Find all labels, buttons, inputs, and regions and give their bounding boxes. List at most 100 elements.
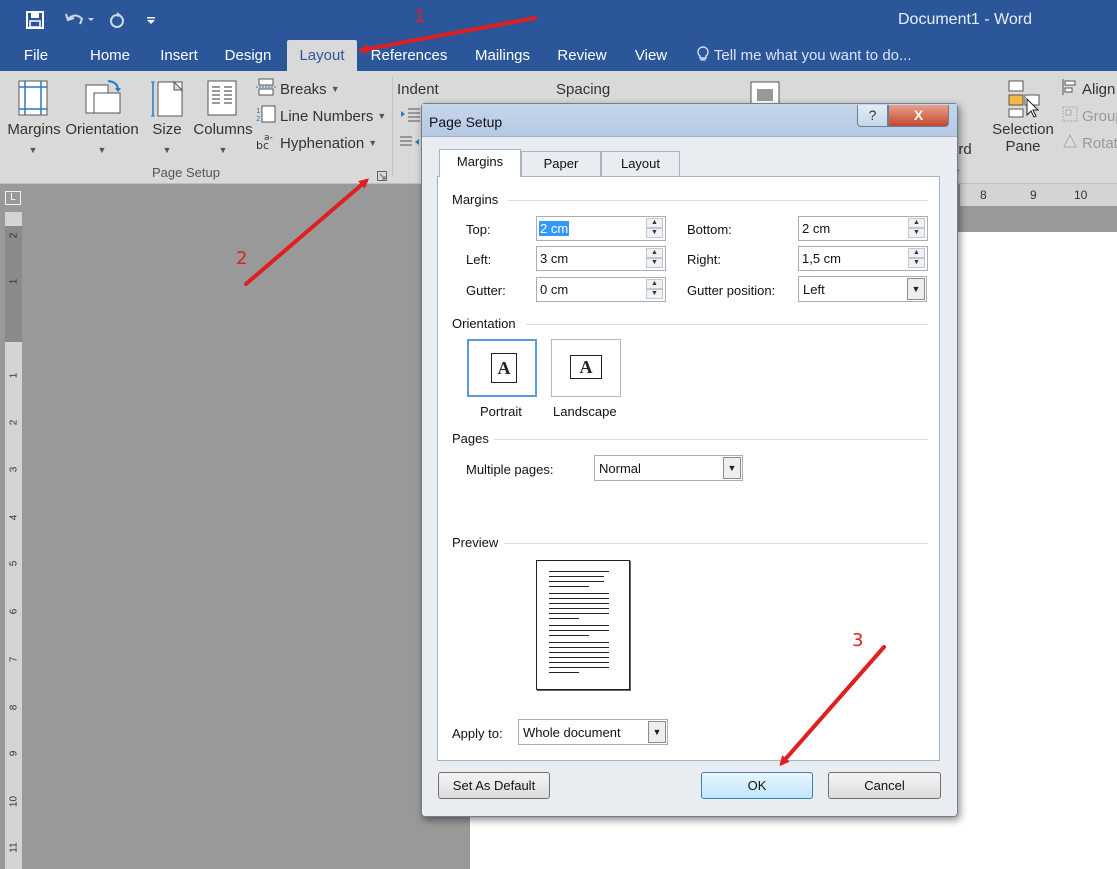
- redo-icon[interactable]: [105, 8, 129, 32]
- down-arrow-icon[interactable]: ▼: [908, 228, 925, 238]
- cancel-button[interactable]: Cancel: [828, 772, 941, 799]
- tab-layout-page[interactable]: Layout: [601, 151, 680, 177]
- size-icon[interactable]: [150, 80, 184, 121]
- right-margin-stepper[interactable]: ▲ ▼: [908, 248, 925, 269]
- annotation-2: 2: [236, 248, 248, 269]
- tab-selector[interactable]: L: [0, 184, 28, 212]
- bottom-margin-stepper[interactable]: ▲ ▼: [908, 218, 925, 239]
- rotate-icon: [1062, 132, 1078, 154]
- orientation-icon[interactable]: [84, 79, 122, 120]
- ruler-number: 10: [1074, 188, 1088, 202]
- down-arrow-icon[interactable]: ▼: [646, 258, 663, 268]
- selection-pane-button[interactable]: Selection Pane: [990, 121, 1056, 155]
- up-arrow-icon[interactable]: ▲: [646, 279, 663, 289]
- chevron-down-icon[interactable]: ▼: [907, 278, 925, 300]
- size-button[interactable]: Size: [146, 121, 188, 138]
- tab-layout[interactable]: Layout: [287, 40, 357, 71]
- preview-text-line: [549, 652, 609, 653]
- left-margin-value: 3 cm: [540, 251, 569, 266]
- line-numbers-label: Line Numbers: [280, 107, 374, 125]
- up-arrow-icon[interactable]: ▲: [646, 248, 663, 258]
- ruler-number: 3: [8, 466, 20, 473]
- ok-button[interactable]: OK: [701, 772, 813, 799]
- down-arrow-icon[interactable]: ▼: [646, 289, 663, 299]
- columns-caret-icon: ▼: [218, 145, 228, 155]
- hyphenation-button[interactable]: bc a- Hyphenation ▼: [256, 132, 377, 154]
- tab-view[interactable]: View: [624, 40, 678, 71]
- group-button[interactable]: Group: [1062, 105, 1117, 127]
- preview-section-label: Preview: [452, 535, 499, 550]
- tell-me-search[interactable]: Tell me what you want to do...: [696, 40, 912, 71]
- gutter-field[interactable]: 0 cm ▲ ▼: [536, 277, 666, 302]
- svg-text:a-: a-: [264, 133, 273, 143]
- landscape-option[interactable]: A: [551, 339, 621, 397]
- preview-text-line: [549, 576, 604, 577]
- dialog-title-bar[interactable]: Page Setup ? X: [422, 104, 957, 137]
- multiple-pages-select[interactable]: Normal ▼: [594, 455, 743, 481]
- tab-mailings[interactable]: Mailings: [465, 40, 540, 71]
- rotate-button[interactable]: Rotat: [1062, 132, 1117, 154]
- tab-design[interactable]: Design: [216, 40, 280, 71]
- right-margin-field[interactable]: 1,5 cm ▲ ▼: [798, 246, 928, 271]
- top-margin-field[interactable]: 2 cm ▲ ▼: [536, 216, 666, 241]
- tab-insert[interactable]: Insert: [150, 40, 208, 71]
- up-arrow-icon[interactable]: ▲: [646, 218, 663, 228]
- selection-pane-label-2: Pane: [1005, 138, 1041, 155]
- preview-text-line: [549, 571, 609, 572]
- columns-button[interactable]: Columns: [191, 121, 255, 138]
- chevron-down-icon[interactable]: ▼: [648, 721, 666, 743]
- tab-home[interactable]: Home: [80, 40, 140, 71]
- orientation-button[interactable]: Orientation: [62, 121, 142, 138]
- page-setup-group-label: Page Setup: [152, 165, 220, 180]
- page-setup-launcher-icon[interactable]: [377, 168, 387, 184]
- tab-review[interactable]: Review: [550, 40, 614, 71]
- gutter-stepper[interactable]: ▲ ▼: [646, 279, 663, 300]
- landscape-label: Landscape: [553, 404, 617, 419]
- margins-icon[interactable]: [18, 80, 48, 119]
- apply-to-select[interactable]: Whole document ▼: [518, 719, 668, 745]
- tab-file[interactable]: File: [10, 40, 62, 71]
- align-icon: [1062, 78, 1078, 100]
- customize-icon[interactable]: [142, 8, 160, 32]
- chevron-down-icon[interactable]: ▼: [723, 457, 741, 479]
- multiple-pages-value: Normal: [599, 461, 641, 476]
- down-arrow-icon[interactable]: ▼: [646, 228, 663, 238]
- up-arrow-icon[interactable]: ▲: [908, 248, 925, 258]
- gutter-position-select[interactable]: Left ▼: [798, 276, 927, 302]
- spacing-label: Spacing: [556, 81, 611, 98]
- margins-button[interactable]: Margins: [4, 121, 64, 138]
- undo-icon[interactable]: [60, 8, 98, 32]
- ruler-number: 1: [8, 372, 20, 379]
- tab-margins[interactable]: Margins: [439, 149, 521, 177]
- right-margin-value: 1,5 cm: [802, 251, 842, 266]
- group-icon: [1062, 105, 1078, 127]
- breaks-button[interactable]: Breaks ▼: [256, 78, 340, 100]
- ruler-number: 6: [8, 608, 20, 615]
- line-numbers-button[interactable]: 12 Line Numbers ▼: [256, 105, 386, 127]
- ruler-number: 4: [8, 514, 20, 521]
- top-margin-stepper[interactable]: ▲ ▼: [646, 218, 663, 239]
- set-as-default-button[interactable]: Set As Default: [438, 772, 550, 799]
- hyphenation-icon: bc a-: [256, 132, 276, 154]
- breaks-icon: [256, 78, 276, 100]
- portrait-option[interactable]: A: [467, 339, 537, 397]
- tab-selector-label: L: [5, 191, 21, 205]
- ruler-number: 9: [8, 750, 20, 757]
- size-caret-icon: ▼: [162, 145, 172, 155]
- columns-icon[interactable]: [207, 80, 237, 119]
- ruler-number: 9: [1030, 188, 1037, 202]
- selection-pane-icon[interactable]: [1007, 79, 1041, 122]
- help-button[interactable]: ?: [857, 105, 888, 127]
- tab-references[interactable]: References: [363, 40, 455, 71]
- lightbulb-icon: [696, 46, 714, 64]
- up-arrow-icon[interactable]: ▲: [908, 218, 925, 228]
- down-arrow-icon[interactable]: ▼: [908, 258, 925, 268]
- align-button[interactable]: Align: [1062, 78, 1115, 100]
- tab-paper[interactable]: Paper: [521, 151, 601, 177]
- left-margin-stepper[interactable]: ▲ ▼: [646, 248, 663, 269]
- save-icon[interactable]: [22, 8, 48, 32]
- left-margin-field[interactable]: 3 cm ▲ ▼: [536, 246, 666, 271]
- close-button[interactable]: X: [888, 105, 949, 127]
- bottom-margin-field[interactable]: 2 cm ▲ ▼: [798, 216, 928, 241]
- preview-text-line: [549, 635, 589, 636]
